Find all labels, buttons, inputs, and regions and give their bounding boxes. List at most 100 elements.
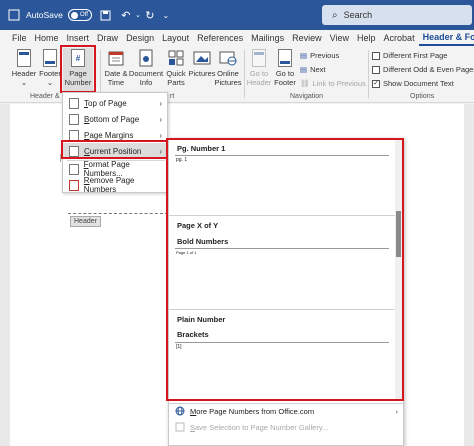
link-to-previous-button[interactable]: ⛓ Link to Previous — [300, 79, 366, 88]
group-label-header-footer: Header & F — [30, 93, 66, 100]
menu-item-format-page-numbers[interactable]: Format Page Numbers... — [63, 160, 167, 178]
different-odd-even-label: Different Odd & Even Pages — [383, 65, 474, 74]
submenu-arrow-icon: › — [395, 406, 399, 416]
group-separator — [100, 50, 101, 98]
word-app-icon[interactable] — [6, 7, 22, 23]
save-selection-label: Save Selection to Page Number Gallery... — [190, 423, 328, 432]
header-button[interactable]: Header ⌄ — [11, 48, 37, 92]
save-selection-button[interactable]: Save Selection to Page Number Gallery... — [169, 420, 403, 434]
globe-icon — [175, 406, 185, 416]
save-icon[interactable] — [98, 7, 114, 23]
undo-icon[interactable]: ↶ — [118, 7, 134, 23]
checkbox-checked-icon: ✓ — [372, 79, 380, 88]
top-of-page-icon — [69, 97, 79, 109]
tab-header-footer[interactable]: Header & Footer — [418, 30, 474, 46]
document-info-icon — [137, 48, 155, 68]
menu-item-label: Remove Page Numbers — [84, 176, 167, 194]
header-icon — [15, 48, 33, 68]
date-time-label-line1: Date & — [104, 69, 128, 78]
customize-toolbar-icon[interactable]: ⌄ — [158, 7, 174, 23]
autosave-state: Off — [79, 12, 88, 18]
tab-file[interactable]: File — [0, 30, 31, 46]
different-first-page-label: Different First Page — [383, 51, 448, 60]
go-to-header-icon — [250, 48, 268, 68]
tab-review[interactable]: Review — [288, 30, 326, 46]
document-info-label-line1: Document — [128, 69, 164, 78]
tab-layout[interactable]: Layout — [158, 30, 193, 46]
submenu-arrow-icon: › — [159, 130, 162, 140]
go-to-header-label-line2: Header — [246, 78, 272, 87]
footer-dropdown-icon: ⌄ — [46, 78, 54, 87]
quick-parts-button[interactable]: Quick Parts — [164, 48, 188, 92]
online-pictures-button[interactable]: Online Pictures — [214, 48, 242, 92]
next-button[interactable]: ▤ Next — [300, 65, 326, 74]
gallery-highlight — [166, 138, 404, 401]
online-pictures-icon — [219, 48, 237, 68]
remove-page-numbers-icon — [69, 179, 79, 191]
quick-parts-label-line2: Parts — [167, 78, 185, 87]
different-first-page-checkbox[interactable]: Different First Page — [372, 51, 447, 60]
go-to-footer-icon — [276, 48, 294, 68]
show-document-text-label: Show Document Text — [383, 79, 454, 88]
menu-item-bottom-of-page[interactable]: Bottom of Page › — [63, 111, 167, 127]
tab-home[interactable]: Home — [31, 30, 63, 46]
show-document-text-checkbox[interactable]: ✓ Show Document Text — [372, 79, 454, 88]
checkbox-box — [372, 65, 380, 74]
pictures-label: Pictures — [188, 69, 216, 78]
group-label-insert: rt — [170, 93, 175, 100]
link-icon: ⛓ — [300, 79, 310, 88]
title-bar: AutoSave Off ↶ ⌄ ↻ ⌄ ⌕ Search — [0, 0, 474, 30]
redo-icon[interactable]: ↻ — [142, 7, 158, 23]
go-to-footer-button[interactable]: Go to Footer — [273, 48, 297, 92]
search-icon: ⌕ — [332, 9, 338, 21]
pictures-button[interactable]: Pictures — [188, 48, 216, 92]
page-number-highlight — [60, 45, 96, 93]
label-text: age Margins — [89, 130, 134, 140]
online-pictures-label-line1: Online — [217, 69, 239, 78]
label-text: ore Page Numbers from Office.com — [196, 406, 315, 416]
tab-insert[interactable]: Insert — [63, 30, 94, 46]
quick-parts-label-line1: Quick — [166, 69, 186, 78]
more-page-numbers-label: More Page Numbers from Office.com — [190, 407, 314, 416]
go-to-footer-label-line1: Go to — [275, 69, 295, 78]
previous-button[interactable]: ▤ Previous — [300, 51, 339, 60]
format-page-numbers-icon — [69, 163, 79, 175]
submenu-arrow-icon: › — [159, 98, 162, 108]
menu-item-remove-page-numbers[interactable]: Remove Page Numbers — [63, 176, 167, 194]
autosave-toggle[interactable]: Off — [67, 9, 92, 21]
group-label-navigation: Navigation — [290, 93, 324, 100]
bottom-of-page-icon — [69, 113, 79, 125]
go-to-header-button[interactable]: Go to Header — [247, 48, 271, 92]
go-to-footer-label-line2: Footer — [274, 78, 296, 87]
previous-icon: ▤ — [300, 51, 308, 60]
tab-draw[interactable]: Draw — [93, 30, 122, 46]
tab-mailings[interactable]: Mailings — [247, 30, 288, 46]
label-text: op of Page — [88, 98, 127, 108]
undo-dropdown-icon[interactable]: ⌄ — [134, 7, 142, 23]
tab-help[interactable]: Help — [353, 30, 380, 46]
date-time-button[interactable]: Date & Time — [104, 48, 128, 92]
tab-acrobat[interactable]: Acrobat — [380, 30, 419, 46]
previous-label: Previous — [310, 51, 340, 60]
current-position-highlight — [61, 140, 169, 159]
ribbon-tabs: File Home Insert Draw Design Layout Refe… — [0, 30, 474, 46]
search-placeholder: Search — [343, 10, 373, 20]
menu-item-label: Page Margins — [84, 131, 133, 140]
document-info-label-line2: Info — [139, 78, 153, 87]
pictures-icon — [193, 48, 211, 68]
search-box[interactable]: ⌕ Search — [322, 5, 472, 25]
menu-item-top-of-page[interactable]: Top of Page › — [63, 95, 167, 111]
document-info-button[interactable]: Document Info — [129, 48, 163, 92]
footer-button[interactable]: Footer ⌄ — [38, 48, 62, 92]
tab-view[interactable]: View — [326, 30, 353, 46]
different-odd-even-checkbox[interactable]: Different Odd & Even Pages — [372, 65, 474, 74]
tab-design[interactable]: Design — [122, 30, 158, 46]
quick-parts-icon — [167, 48, 185, 68]
go-to-header-label-line1: Go to — [249, 69, 269, 78]
calendar-icon — [107, 48, 125, 68]
menu-item-label: Top of Page — [84, 99, 127, 108]
tab-references[interactable]: References — [193, 30, 247, 46]
more-page-numbers-button[interactable]: More Page Numbers from Office.com › — [169, 404, 403, 418]
menu-item-label: Bottom of Page — [84, 115, 139, 124]
submenu-arrow-icon: › — [159, 114, 162, 124]
